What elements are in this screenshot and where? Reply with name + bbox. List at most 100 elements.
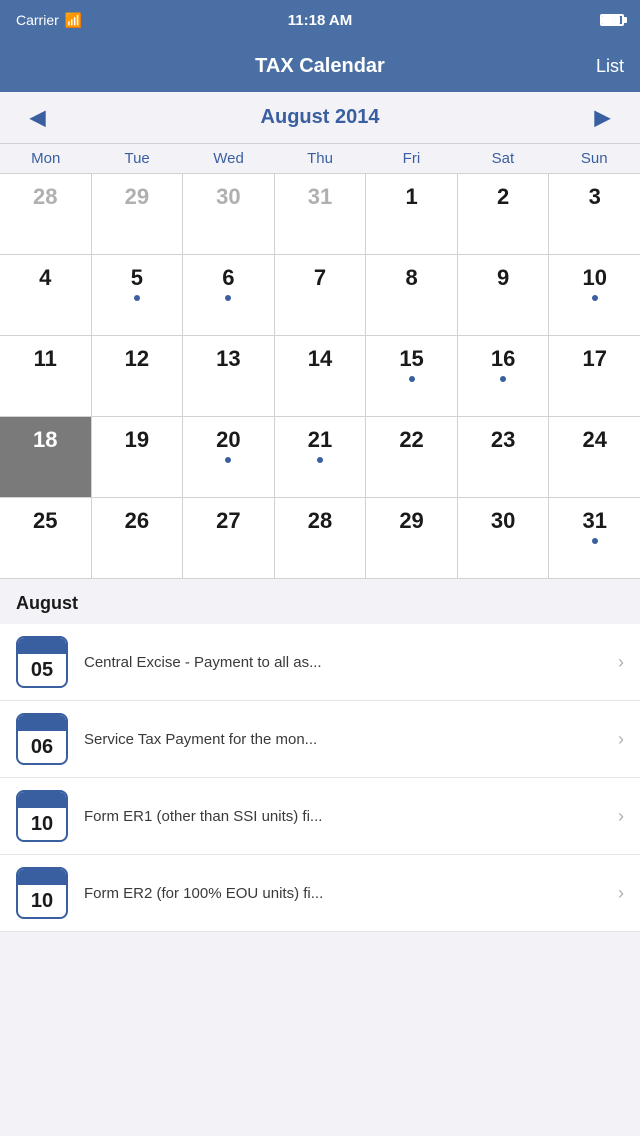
day-number: 11 (34, 346, 57, 372)
calendar-cell[interactable]: 24 (549, 417, 640, 497)
month-title: August 2014 (261, 106, 380, 129)
calendar-cell[interactable]: 31 (549, 498, 640, 578)
day-number: 3 (589, 184, 601, 210)
calendar-cell[interactable]: 18 (0, 417, 91, 497)
day-number: 6 (222, 265, 234, 291)
badge-top-bar (18, 638, 66, 654)
day-number: 20 (216, 427, 240, 453)
day-number: 14 (308, 346, 332, 372)
calendar-cell[interactable]: 10 (549, 255, 640, 335)
calendar-cell[interactable]: 28 (275, 498, 366, 578)
event-dot (592, 295, 598, 301)
calendar-cell[interactable]: 16 (458, 336, 549, 416)
event-dot (225, 295, 231, 301)
calendar-cell[interactable]: 3 (549, 174, 640, 254)
calendar-cell[interactable]: 15 (366, 336, 457, 416)
event-item[interactable]: 05 Central Excise - Payment to all as...› (0, 624, 640, 701)
day-number: 24 (582, 427, 606, 453)
event-dot (317, 457, 323, 463)
status-time: 11:18 AM (288, 12, 352, 29)
list-button[interactable]: List (596, 56, 624, 77)
events-section: August 05 Central Excise - Payment to all… (0, 579, 640, 932)
badge-top-bar (18, 792, 66, 808)
day-number: 16 (491, 346, 515, 372)
day-number: 22 (399, 427, 423, 453)
event-date-badge: 10 (16, 867, 68, 919)
calendar-cell[interactable]: 28 (0, 174, 91, 254)
status-bar: Carrier 📶 11:18 AM (0, 0, 640, 40)
event-item[interactable]: 10 Form ER1 (other than SSI units) fi...› (0, 778, 640, 855)
nav-bar: TAX Calendar List (0, 40, 640, 92)
status-bar-right (600, 14, 624, 26)
day-number: 19 (125, 427, 149, 453)
calendar-cell[interactable]: 11 (0, 336, 91, 416)
badge-day-number: 05 (31, 659, 53, 682)
status-bar-left: Carrier 📶 (16, 12, 82, 29)
calendar-cell[interactable]: 19 (92, 417, 183, 497)
event-dot (500, 376, 506, 382)
event-title: Central Excise - Payment to all as... (84, 654, 618, 671)
day-header-tue: Tue (91, 144, 182, 173)
calendar-cell[interactable]: 29 (92, 174, 183, 254)
event-list: 05Central Excise - Payment to all as...›… (0, 624, 640, 932)
day-number: 5 (131, 265, 143, 291)
calendar-cell[interactable]: 12 (92, 336, 183, 416)
day-number: 30 (216, 184, 240, 210)
chevron-right-icon: › (618, 729, 624, 750)
chevron-right-icon: › (618, 806, 624, 827)
event-title: Form ER1 (other than SSI units) fi... (84, 808, 618, 825)
calendar-cell[interactable]: 25 (0, 498, 91, 578)
day-number: 31 (582, 508, 606, 534)
battery-fill (602, 16, 620, 24)
day-number: 25 (33, 508, 57, 534)
day-number: 31 (308, 184, 332, 210)
day-number: 8 (405, 265, 417, 291)
day-headers: MonTueWedThuFriSatSun (0, 143, 640, 174)
event-dot (134, 295, 140, 301)
event-dot (592, 538, 598, 544)
calendar-cell[interactable]: 30 (458, 498, 549, 578)
badge-top-bar (18, 715, 66, 731)
day-number: 29 (399, 508, 423, 534)
calendar-cell[interactable]: 7 (275, 255, 366, 335)
calendar-cell[interactable]: 21 (275, 417, 366, 497)
event-item[interactable]: 10Form ER2 (for 100% EOU units) fi...› (0, 855, 640, 932)
day-number: 4 (39, 265, 51, 291)
event-date-badge: 06 (16, 713, 68, 765)
next-month-button[interactable]: ▶ (585, 101, 620, 134)
wifi-icon: 📶 (65, 12, 82, 29)
day-header-fri: Fri (366, 144, 457, 173)
event-date-badge: 10 (16, 790, 68, 842)
calendar-cell[interactable]: 22 (366, 417, 457, 497)
calendar-cell[interactable]: 2 (458, 174, 549, 254)
calendar-cell[interactable]: 14 (275, 336, 366, 416)
calendar-cell[interactable]: 29 (366, 498, 457, 578)
calendar-cell[interactable]: 13 (183, 336, 274, 416)
day-header-sat: Sat (457, 144, 548, 173)
day-number: 28 (33, 184, 57, 210)
calendar-cell[interactable]: 27 (183, 498, 274, 578)
calendar-cell[interactable]: 31 (275, 174, 366, 254)
prev-month-button[interactable]: ◀ (20, 101, 55, 134)
calendar-cell[interactable]: 30 (183, 174, 274, 254)
day-header-mon: Mon (0, 144, 91, 173)
calendar-cell[interactable]: 1 (366, 174, 457, 254)
events-month-label: August (0, 593, 640, 624)
event-dot (409, 376, 415, 382)
calendar-cell[interactable]: 20 (183, 417, 274, 497)
calendar-cell[interactable]: 17 (549, 336, 640, 416)
calendar-grid: 2829303112345678910111213141516171819202… (0, 174, 640, 579)
calendar-cell[interactable]: 4 (0, 255, 91, 335)
calendar-cell[interactable]: 26 (92, 498, 183, 578)
carrier-label: Carrier (16, 12, 59, 28)
calendar-cell[interactable]: 9 (458, 255, 549, 335)
event-title: Form ER2 (for 100% EOU units) fi... (84, 885, 618, 902)
badge-day-number: 10 (31, 890, 53, 913)
day-number: 23 (491, 427, 515, 453)
calendar-cell[interactable]: 5 (92, 255, 183, 335)
calendar-cell[interactable]: 23 (458, 417, 549, 497)
chevron-right-icon: › (618, 652, 624, 673)
calendar-cell[interactable]: 6 (183, 255, 274, 335)
calendar-cell[interactable]: 8 (366, 255, 457, 335)
event-item[interactable]: 06Service Tax Payment for the mon...› (0, 701, 640, 778)
